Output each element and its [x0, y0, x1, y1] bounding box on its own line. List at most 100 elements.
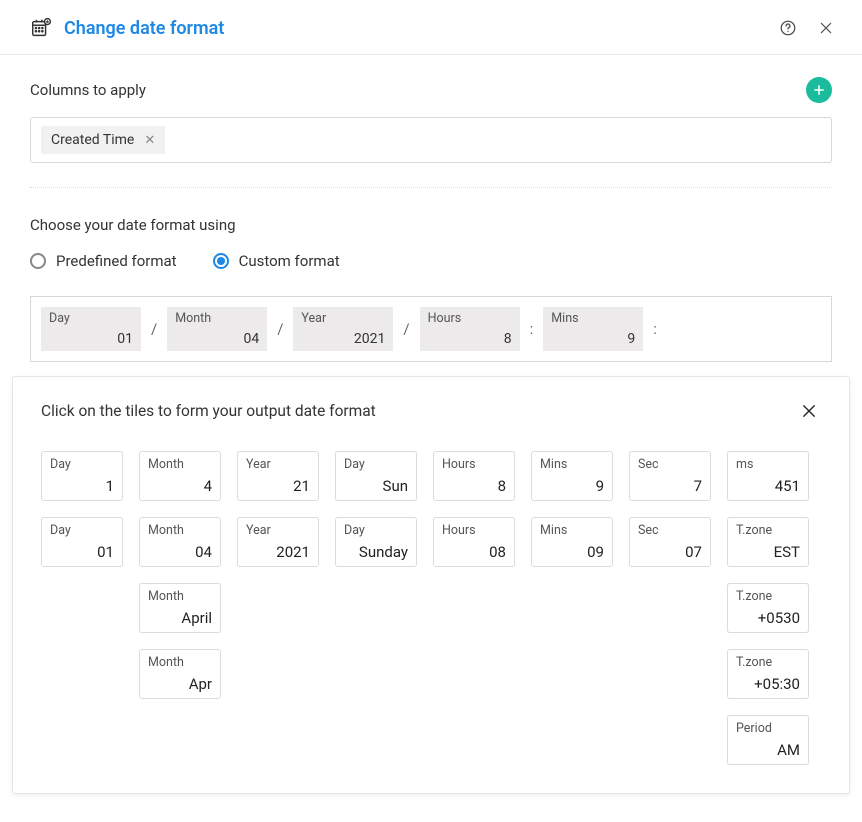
tile-value: 09: [540, 543, 604, 561]
tile-value: 9: [551, 331, 635, 347]
tile-cell: T.zone+0530: [727, 583, 809, 633]
tile-cell: Day1: [41, 451, 123, 501]
format-tile-option[interactable]: T.zone+05:30: [727, 649, 809, 699]
selected-format-tile[interactable]: Month04: [167, 307, 267, 351]
tile-label: Year: [246, 457, 310, 472]
tile-label: Year: [246, 523, 310, 538]
tile-cell: Year2021: [237, 517, 319, 567]
tile-cell: T.zone+05:30: [727, 649, 809, 699]
format-tile-option[interactable]: T.zone+0530: [727, 583, 809, 633]
format-tile-option[interactable]: Sec7: [629, 451, 711, 501]
tile-label: Hours: [442, 457, 506, 472]
tile-cell: Hours08: [433, 517, 515, 567]
close-tiles-icon[interactable]: [797, 399, 821, 423]
format-tile-option[interactable]: Month4: [139, 451, 221, 501]
radio-label: Predefined format: [56, 252, 177, 270]
tile-value: 01: [49, 331, 133, 347]
tile-value: 21: [246, 477, 310, 495]
tile-value: 04: [175, 331, 259, 347]
tile-cell: Mins 09: [531, 517, 613, 567]
help-icon[interactable]: [776, 16, 800, 40]
dialog-header: Change date format: [0, 0, 862, 55]
radio-label: Custom format: [239, 252, 340, 270]
format-tile-option[interactable]: Month Apr: [139, 649, 221, 699]
tile-value: +0530: [736, 609, 800, 627]
tile-label: Mins: [540, 523, 604, 538]
tile-value: 2021: [301, 331, 385, 347]
tile-label: T.zone: [736, 523, 800, 538]
tiles-header: Click on the tiles to form your output d…: [41, 399, 821, 423]
tile-label: Month: [148, 655, 212, 670]
format-tile-option[interactable]: DaySunday: [335, 517, 417, 567]
tile-label: ms: [736, 457, 800, 472]
format-tile-option[interactable]: Day Sun: [335, 451, 417, 501]
format-separator: /: [147, 320, 161, 338]
format-separator: :: [649, 320, 661, 338]
tile-label: Mins: [551, 311, 635, 326]
tile-value: 01: [50, 543, 114, 561]
section-divider: [30, 187, 832, 188]
tile-label: Sec: [638, 523, 702, 538]
format-separator: /: [399, 320, 413, 338]
format-tile-option[interactable]: Mins 9: [531, 451, 613, 501]
format-tile-option[interactable]: Hours08: [433, 517, 515, 567]
column-chip[interactable]: Created Time ✕: [41, 126, 165, 154]
tiles-panel: Click on the tiles to form your output d…: [12, 376, 850, 794]
tile-label: Day: [344, 457, 408, 472]
format-tile-option[interactable]: PeriodAM: [727, 715, 809, 765]
tile-label: Year: [301, 311, 385, 326]
tile-cell: MonthApril: [139, 583, 221, 633]
format-tile-option[interactable]: Year2021: [237, 517, 319, 567]
tiles-grid: Day1Month4Year21DaySunHours8Mins9Sec7ms4…: [41, 451, 821, 765]
selected-format-tile[interactable]: Mins 9: [543, 307, 643, 351]
selected-format-tile[interactable]: Hours8: [420, 307, 520, 351]
format-tile-option[interactable]: Day1: [41, 451, 123, 501]
tile-value: 7: [638, 477, 702, 495]
radio-custom-format[interactable]: Custom format: [213, 252, 340, 270]
tile-cell: PeriodAM: [727, 715, 809, 765]
remove-chip-icon[interactable]: ✕: [144, 134, 155, 147]
tile-label: Month: [148, 457, 212, 472]
add-column-button[interactable]: [806, 77, 832, 103]
format-tile-option[interactable]: Year 21: [237, 451, 319, 501]
format-tile-option[interactable]: Day01: [41, 517, 123, 567]
tile-cell: Day01: [41, 517, 123, 567]
close-icon[interactable]: [814, 16, 838, 40]
tile-cell: Year 21: [237, 451, 319, 501]
format-tile-option[interactable]: Hours8: [433, 451, 515, 501]
format-tile-option[interactable]: T.zoneEST: [727, 517, 809, 567]
tile-label: Mins: [540, 457, 604, 472]
dialog-title: Change date format: [64, 18, 224, 39]
tile-label: Hours: [442, 523, 506, 538]
radio-icon: [30, 253, 46, 269]
tile-cell: Sec7: [629, 451, 711, 501]
tile-label: Day: [344, 523, 408, 538]
radio-predefined-format[interactable]: Predefined format: [30, 252, 177, 270]
tile-value: 451: [736, 477, 800, 495]
tile-value: Sun: [344, 477, 408, 495]
tile-value: +05:30: [736, 675, 800, 693]
format-tile-option[interactable]: Month04: [139, 517, 221, 567]
column-chip-label: Created Time: [51, 132, 134, 148]
tile-cell: Sec07: [629, 517, 711, 567]
format-tile-option[interactable]: MonthApril: [139, 583, 221, 633]
format-tile-option[interactable]: Sec07: [629, 517, 711, 567]
tile-cell: Mins 9: [531, 451, 613, 501]
format-tile-option[interactable]: Mins 09: [531, 517, 613, 567]
format-tile-option[interactable]: ms 451: [727, 451, 809, 501]
format-choice-label: Choose your date format using: [30, 216, 832, 234]
tile-value: Apr: [148, 675, 212, 693]
tile-value: 9: [540, 477, 604, 495]
tile-label: Day: [50, 457, 114, 472]
columns-label: Columns to apply: [30, 81, 792, 99]
columns-to-apply-row: Columns to apply: [30, 77, 832, 103]
columns-input[interactable]: Created Time ✕: [30, 117, 832, 163]
format-separator: :: [526, 320, 538, 338]
selected-format-tile[interactable]: Year 2021: [293, 307, 393, 351]
tile-cell: Hours8: [433, 451, 515, 501]
tile-label: Period: [736, 721, 800, 736]
selected-format-box: Day01/Month04/Year2021/Hours8:Mins9:: [30, 296, 832, 362]
tile-cell: Month4: [139, 451, 221, 501]
selected-format-tile[interactable]: Day01: [41, 307, 141, 351]
tile-cell: ms 451: [727, 451, 809, 501]
